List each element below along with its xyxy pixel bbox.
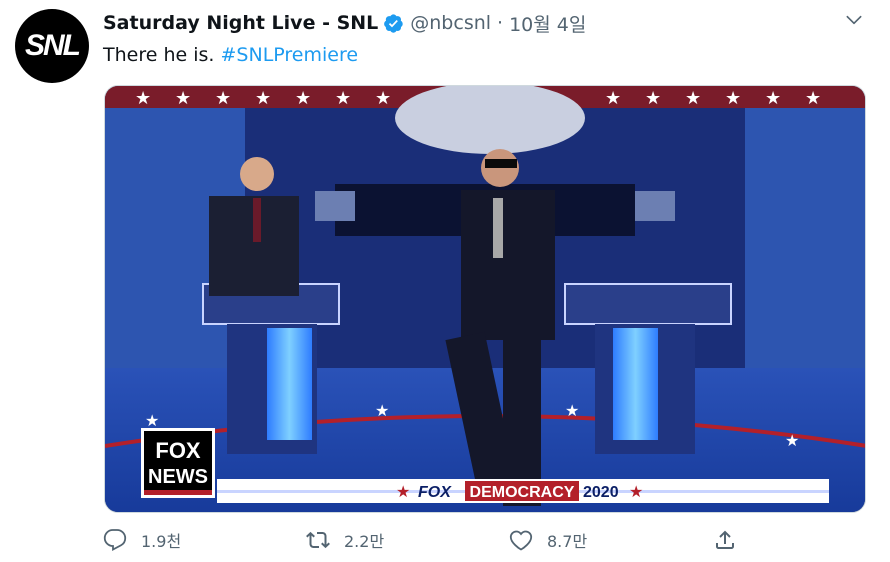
avatar[interactable]: SNL <box>15 9 89 83</box>
tweet-body: There he is. <box>103 44 215 66</box>
separator-dot: · <box>497 12 504 34</box>
banner-label: DEMOCRACY <box>470 484 575 501</box>
like-button[interactable]: 8.7만 <box>509 528 587 552</box>
svg-text:★: ★ <box>135 88 151 109</box>
svg-text:★: ★ <box>565 401 579 420</box>
svg-text:★: ★ <box>765 88 781 109</box>
chevron-down-icon[interactable] <box>844 10 864 30</box>
reply-icon <box>103 529 127 551</box>
svg-text:★: ★ <box>215 88 231 109</box>
svg-text:★: ★ <box>685 88 701 109</box>
svg-text:★: ★ <box>375 88 391 109</box>
hashtag-link[interactable]: #SNLPremiere <box>221 44 359 66</box>
svg-text:★: ★ <box>255 88 271 109</box>
svg-text:★: ★ <box>145 411 159 430</box>
svg-text:★: ★ <box>725 88 741 109</box>
reply-count: 1.9천 <box>141 532 182 551</box>
tweet-actions: 1.9천 2.2만 8.7만 <box>103 528 763 562</box>
svg-text:★: ★ <box>629 482 643 501</box>
lower-third-banner: ★ FOX DEMOCRACY 2020 ★ <box>217 479 829 503</box>
tweet-media[interactable]: ★ ★ ★ ★ ★ ★ ★ ★ ★ ★ ★ ★ ★ ★ ★ ★ ★ FOX NE… <box>104 85 866 513</box>
retweet-icon <box>306 531 330 549</box>
reply-button[interactable]: 1.9천 <box>103 528 181 552</box>
video-frame: ★ ★ ★ ★ ★ ★ ★ ★ ★ ★ ★ ★ ★ ★ ★ ★ ★ FOX NE… <box>105 86 865 512</box>
like-count: 8.7만 <box>547 532 588 551</box>
fox-logo-line2: NEWS <box>148 466 208 488</box>
banner-year: 2020 <box>583 484 619 501</box>
svg-text:★: ★ <box>175 88 191 109</box>
fox-logo-line1: FOX <box>155 438 201 463</box>
fox-news-logo: FOX NEWS <box>141 428 215 498</box>
share-button[interactable] <box>713 528 751 552</box>
svg-text:★: ★ <box>605 88 621 109</box>
avatar-text: SNL <box>25 29 81 62</box>
svg-text:★: ★ <box>295 88 311 109</box>
banner-brand: FOX <box>418 484 452 501</box>
svg-text:★: ★ <box>805 88 821 109</box>
handle[interactable]: @nbcsnl <box>410 12 491 34</box>
share-icon <box>716 530 734 549</box>
tweet-header: Saturday Night Live - SNL @nbcsnl · 10월 … <box>103 10 586 37</box>
verified-badge-icon <box>384 13 403 33</box>
display-name[interactable]: Saturday Night Live - SNL <box>103 12 378 34</box>
svg-text:★: ★ <box>645 88 661 109</box>
heart-icon <box>509 530 533 551</box>
tweet-text: There he is. #SNLPremiere <box>103 44 358 66</box>
svg-text:★: ★ <box>375 401 389 420</box>
svg-text:★: ★ <box>396 482 410 501</box>
retweet-count: 2.2만 <box>344 532 385 551</box>
tweet-date[interactable]: 10월 4일 <box>509 10 586 37</box>
svg-text:★: ★ <box>335 88 351 109</box>
retweet-button[interactable]: 2.2만 <box>306 528 384 552</box>
svg-text:★: ★ <box>785 431 799 450</box>
